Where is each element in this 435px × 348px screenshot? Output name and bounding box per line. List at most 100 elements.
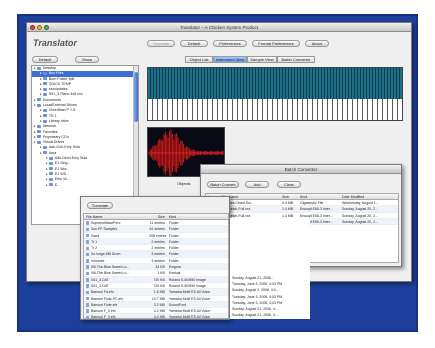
disclosure-triangle-icon[interactable]: ▸: [46, 161, 48, 165]
file-icon: [86, 246, 89, 251]
cell-size: 3 entries: [151, 252, 165, 257]
cell-file-name: So longs MB Drum: [91, 252, 121, 257]
sidebar-item-label: Emu W...: [54, 177, 70, 182]
file-icon: [86, 233, 89, 238]
disclosure-triangle-icon[interactable]: ▸: [40, 119, 42, 123]
file-icon: [86, 284, 89, 288]
sidebar-default-button[interactable]: Default: [32, 56, 58, 63]
folder-icon: [48, 156, 53, 160]
folder-icon: [42, 151, 47, 155]
sidebar-item-label: E1 Sing...: [54, 161, 71, 166]
cell-file-name: Volumes: [91, 258, 105, 263]
folder-icon: [42, 119, 47, 123]
disclosure-triangle-icon[interactable]: ▸: [40, 145, 42, 149]
folder-icon: [36, 135, 41, 139]
column-header-file-name[interactable]: File Name: [84, 214, 147, 219]
preferences-button[interactable]: Preferences: [213, 40, 247, 47]
disclosure-triangle-icon[interactable]: ▸: [46, 167, 48, 171]
disclosure-triangle-icon[interactable]: ▸: [34, 135, 36, 139]
sidebar-show-button[interactable]: Show: [75, 56, 99, 63]
cell-kind: Folder: [168, 227, 179, 232]
disclosure-triangle-icon[interactable]: ▸: [46, 172, 48, 176]
disclosure-triangle-icon[interactable]: ▸: [34, 130, 36, 134]
cell-date-modified: Sunday, August 21, 2006, 4:...: [230, 312, 310, 319]
cell-size: 1.4 MB: [282, 207, 294, 212]
disclosure-triangle-icon[interactable]: ▸: [40, 87, 42, 91]
folder-icon: [42, 87, 47, 91]
about-button[interactable]: About: [305, 40, 329, 47]
disclosure-triangle-icon[interactable]: ▸: [46, 156, 48, 160]
cell-file-name: Tr 2: [91, 246, 98, 251]
cell-file-name: I06.The.Blue.Sweet.Lo...: [91, 271, 130, 276]
cell-size: 2 entries: [151, 239, 165, 244]
folder-icon: [36, 98, 41, 102]
disclosure-triangle-icon[interactable]: ▸: [40, 71, 42, 75]
column-header-size[interactable]: Size: [147, 214, 167, 219]
file-icon: [86, 221, 89, 225]
disclosure-triangle-icon[interactable]: ▸: [40, 82, 42, 86]
disclosure-triangle-icon[interactable]: ▸: [34, 140, 36, 144]
file-icon: [86, 303, 89, 307]
folder-icon: [36, 130, 41, 134]
column-header-kind[interactable]: Kind: [298, 194, 340, 199]
folder-icon: [42, 114, 47, 118]
column-header-size[interactable]: Size: [280, 194, 298, 199]
file-date-column: Sunday, August 21, 2006... Tuesday, June …: [230, 218, 310, 319]
window-title: Translator – A Chicken System Product: [179, 25, 259, 30]
folder-icon: [36, 140, 41, 144]
sidebar-item-label: Documents: [42, 97, 61, 102]
tab-batch-convertor[interactable]: Batch Convertor: [277, 56, 315, 63]
sidebar-item[interactable]: ▸ E...: [32, 183, 138, 188]
disclosure-triangle-icon[interactable]: ▸: [46, 183, 48, 187]
tab-instrument-view[interactable]: Instrument View: [213, 56, 247, 63]
disclosure-triangle-icon[interactable]: ▸: [40, 77, 42, 81]
file-icon: [86, 278, 89, 282]
disclosure-triangle-icon[interactable]: ▸: [40, 108, 42, 112]
column-header-date-modified[interactable]: Date Modified: [340, 194, 398, 199]
file-table-row[interactable]: Bansuri F_V.efx 4.2 MB Yamaha Motif ES All…: [84, 314, 228, 319]
batch-convert-button[interactable]: Batch Convert: [207, 181, 239, 188]
disclosure-triangle-icon[interactable]: ▸: [40, 92, 42, 96]
tab-object-list[interactable]: Object List: [185, 56, 213, 63]
default-button[interactable]: Default: [180, 40, 208, 47]
cell-size: 4.2 MB: [153, 315, 165, 319]
disclosure-triangle-icon[interactable]: ▸: [34, 124, 36, 128]
disclosure-triangle-icon[interactable]: ▸: [40, 114, 42, 118]
file-translate-button[interactable]: Translate: [87, 202, 113, 209]
cell-kind: Yamaha Motif ES All Voice: [168, 309, 211, 314]
file-list-table[interactable]: File Name Size Kind SupremeBasePerc 11 en…: [83, 213, 229, 319]
file-icon: [86, 296, 89, 301]
batch-add-button[interactable]: Add: [245, 181, 269, 188]
objects-label: Objects: [177, 181, 191, 186]
batch-clear-button[interactable]: Clear: [277, 181, 301, 188]
sidebar-item-label: S51_3 Piano 4x6.xxx: [48, 92, 83, 97]
cell-size: 4.4 MB: [282, 201, 294, 205]
disclosure-triangle-icon[interactable]: ▸: [34, 103, 36, 107]
disclosure-triangle-icon[interactable]: ▸: [34, 98, 36, 102]
sidebar-item-label: Burn Folder Iplit: [48, 76, 75, 81]
file-icon: [86, 309, 89, 313]
column-header-kind[interactable]: Kind: [167, 214, 228, 219]
sidebar-item-label: Proprietary CD's: [42, 134, 70, 139]
cell-size: 61 entries: [149, 227, 165, 232]
instrument-keyboard-view[interactable]: [147, 67, 403, 121]
translate-button[interactable]: Translate: [147, 40, 175, 47]
cell-kind: Folder: [168, 221, 179, 225]
zoom-window-button[interactable]: [44, 25, 49, 30]
cell-kind: Folder: [168, 252, 179, 257]
folder-icon: [42, 71, 47, 75]
disclosure-triangle-icon[interactable]: ▸: [40, 151, 42, 155]
disclosure-triangle-icon[interactable]: ▸: [34, 66, 36, 70]
disclosure-triangle-icon[interactable]: ▸: [46, 177, 48, 181]
window-title-bar[interactable]: Translator – A Chicken System Product: [27, 23, 411, 32]
batch-title-bar[interactable]: Batch Converter: [201, 165, 401, 174]
cell-size: 10.7 MB: [151, 296, 165, 301]
cell-kind: Enigma: [168, 265, 181, 270]
cell-size: 11 entries: [149, 221, 165, 225]
close-window-button[interactable]: [30, 25, 35, 30]
tab-sample-view[interactable]: Sample View: [247, 56, 277, 63]
format-preferences-button[interactable]: Format Preferences: [252, 40, 300, 47]
cell-kind: Yamaha Motif ES All Voice: [168, 315, 211, 319]
sidebar-item-label: Virtual Drives: [42, 140, 65, 145]
minimize-window-button[interactable]: [37, 25, 42, 30]
